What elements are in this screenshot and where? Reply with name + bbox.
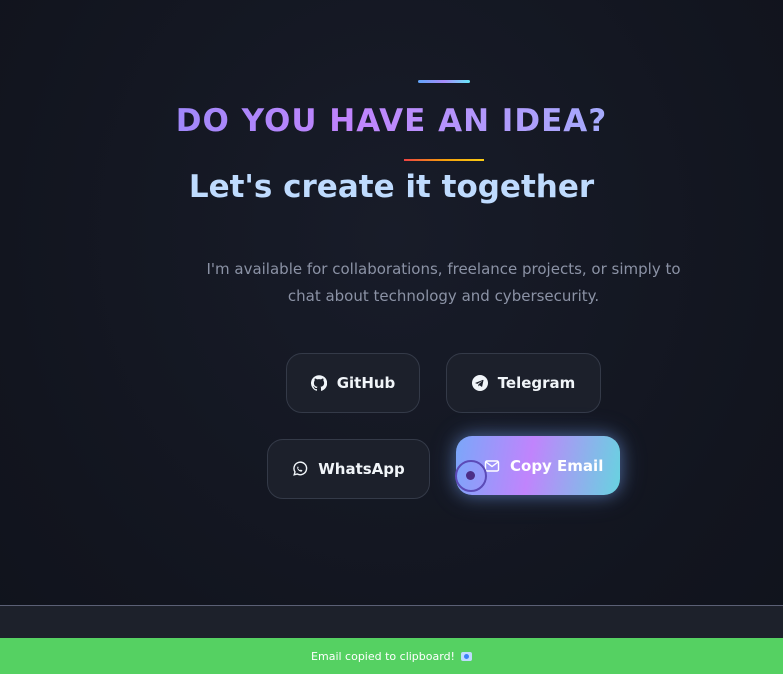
telegram-button-label: Telegram <box>497 374 576 392</box>
subtitle-accent-bar <box>404 159 484 161</box>
page-title: DO YOU HAVE AN IDEA? <box>0 100 783 142</box>
telegram-button[interactable]: Telegram <box>446 353 601 413</box>
page-subtitle: Let's create it together <box>188 169 595 205</box>
title-accent-bar <box>418 80 470 83</box>
toast-notification: Email copied to clipboard! <box>0 638 783 674</box>
page-title-text: DO YOU HAVE AN IDEA? <box>175 103 608 139</box>
mail-icon <box>484 458 500 474</box>
whatsapp-button-label: WhatsApp <box>318 460 405 478</box>
clipboard-emoji-icon <box>460 651 472 661</box>
github-icon <box>310 375 327 391</box>
github-button-label: GitHub <box>336 374 396 392</box>
page-description: I'm available for collaborations, freela… <box>206 260 681 305</box>
copy-email-button[interactable]: Copy Email <box>456 436 620 495</box>
github-button[interactable]: GitHub <box>286 353 420 413</box>
footer <box>0 606 783 638</box>
whatsapp-icon <box>292 461 308 477</box>
contact-section: DO YOU HAVE AN IDEA? Let's create it tog… <box>0 0 783 674</box>
toast-message: Email copied to clipboard! <box>311 649 455 663</box>
telegram-icon <box>471 375 488 391</box>
copy-email-button-label: Copy Email <box>510 456 604 475</box>
whatsapp-button[interactable]: WhatsApp <box>267 439 430 499</box>
